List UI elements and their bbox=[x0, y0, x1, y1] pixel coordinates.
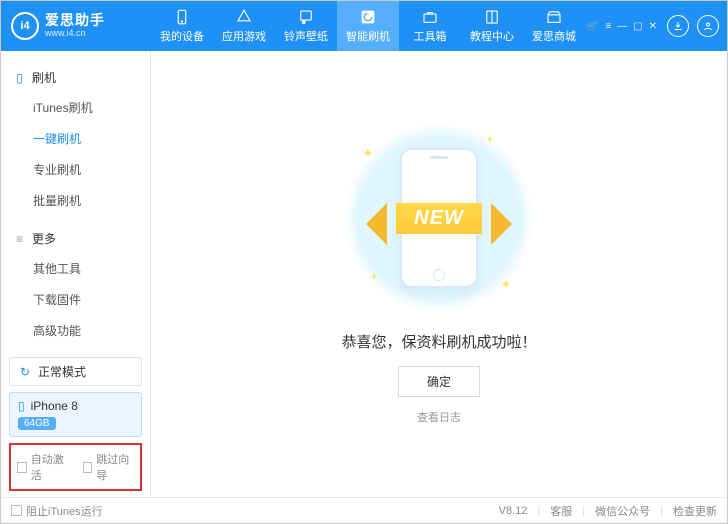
footer-link-wechat[interactable]: 微信公众号 bbox=[595, 503, 650, 519]
separator: | bbox=[537, 505, 540, 517]
logo-mark-icon: i4 bbox=[11, 12, 39, 40]
brand-text: 爱思助手 www.i4.cn bbox=[45, 13, 105, 38]
checkbox-skip-guide[interactable]: 跳过向导 bbox=[83, 451, 135, 483]
sidebar-section-flash: ▯ 刷机 iTunes刷机 一键刷机 专业刷机 批量刷机 bbox=[1, 59, 150, 220]
tab-smart-flash[interactable]: 智能刷机 bbox=[337, 1, 399, 51]
phone-icon bbox=[173, 8, 191, 26]
refresh-icon bbox=[359, 8, 377, 26]
minimize-button[interactable]: — bbox=[617, 21, 627, 32]
success-message: 恭喜您，保资料刷机成功啦！ bbox=[341, 331, 536, 352]
tab-store[interactable]: 爱思商城 bbox=[523, 1, 585, 51]
checkbox-box-icon bbox=[17, 462, 27, 473]
checkbox-box-icon bbox=[11, 505, 22, 516]
checkbox-label: 阻止iTunes运行 bbox=[26, 503, 103, 519]
main-tabs: 我的设备 应用游戏 铃声壁纸 智能刷机 工具箱 教程中心 bbox=[151, 1, 585, 51]
tab-my-device[interactable]: 我的设备 bbox=[151, 1, 213, 51]
separator: | bbox=[660, 505, 663, 517]
device-mode-label: 正常模式 bbox=[38, 363, 86, 380]
maximize-button[interactable]: ▢ bbox=[633, 21, 642, 32]
tab-label: 我的设备 bbox=[160, 28, 204, 44]
sidebar-heading: ▯ 刷机 bbox=[1, 63, 150, 92]
device-small-icon: ▯ bbox=[13, 71, 26, 85]
book-icon bbox=[483, 8, 501, 26]
apps-icon bbox=[235, 8, 253, 26]
separator: | bbox=[582, 505, 585, 517]
header-right: 🛒 ≡ — ▢ ✕ bbox=[587, 15, 727, 37]
checkbox-auto-activate[interactable]: 自动激活 bbox=[17, 451, 69, 483]
menu-icon[interactable]: ≡ bbox=[605, 21, 611, 32]
mode-icon: ↻ bbox=[18, 365, 32, 379]
tab-label: 应用游戏 bbox=[222, 28, 266, 44]
device-name: iPhone 8 bbox=[31, 399, 78, 413]
device-storage-badge: 64GB bbox=[18, 417, 56, 430]
tab-label: 工具箱 bbox=[414, 28, 447, 44]
brand-logo: i4 爱思助手 www.i4.cn bbox=[1, 12, 151, 40]
checkbox-label: 自动激活 bbox=[31, 451, 69, 483]
tab-apps-games[interactable]: 应用游戏 bbox=[213, 1, 275, 51]
brand-name: 爱思助手 bbox=[45, 13, 105, 28]
close-button[interactable]: ✕ bbox=[649, 21, 657, 32]
list-small-icon: ≡ bbox=[13, 232, 26, 246]
app-window: i4 爱思助手 www.i4.cn 我的设备 应用游戏 铃声壁纸 智能刷机 bbox=[0, 0, 728, 524]
tab-tutorials[interactable]: 教程中心 bbox=[461, 1, 523, 51]
status-bar-right: V8.12 | 客服 | 微信公众号 | 检查更新 bbox=[499, 503, 717, 519]
sidebar-heading: ≡ 更多 bbox=[1, 224, 150, 253]
footer-link-support[interactable]: 客服 bbox=[550, 503, 572, 519]
sparkle-icon: ✦ bbox=[500, 276, 512, 293]
sidebar-heading-label: 更多 bbox=[32, 230, 56, 247]
sidebar-item-other-tools[interactable]: 其他工具 bbox=[1, 253, 150, 284]
main-content: ✦ ✦ ✦ ✦ NEW 恭喜您，保资料刷机成功啦！ 确定 查看日志 bbox=[151, 51, 727, 497]
device-icon: ▯ bbox=[18, 399, 25, 413]
tab-ringtones-wallpapers[interactable]: 铃声壁纸 bbox=[275, 1, 337, 51]
sidebar-item-batch-flash[interactable]: 批量刷机 bbox=[1, 185, 150, 216]
tab-label: 爱思商城 bbox=[532, 28, 576, 44]
sparkle-icon: ✦ bbox=[486, 135, 494, 146]
device-mode-row[interactable]: ↻ 正常模式 bbox=[9, 357, 142, 386]
music-icon bbox=[297, 8, 315, 26]
sidebar: ▯ 刷机 iTunes刷机 一键刷机 专业刷机 批量刷机 ≡ 更多 其他工具 下… bbox=[1, 51, 151, 497]
sidebar-section-more: ≡ 更多 其他工具 下载固件 高级功能 bbox=[1, 220, 150, 350]
account-button[interactable] bbox=[697, 15, 719, 37]
status-bar: 阻止iTunes运行 V8.12 | 客服 | 微信公众号 | 检查更新 bbox=[1, 497, 727, 523]
tab-label: 铃声壁纸 bbox=[284, 28, 328, 44]
highlighted-options: 自动激活 跳过向导 bbox=[9, 443, 142, 491]
body: ▯ 刷机 iTunes刷机 一键刷机 专业刷机 批量刷机 ≡ 更多 其他工具 下… bbox=[1, 51, 727, 497]
title-bar: i4 爱思助手 www.i4.cn 我的设备 应用游戏 铃声壁纸 智能刷机 bbox=[1, 1, 727, 51]
sparkle-icon: ✦ bbox=[370, 272, 378, 283]
tab-label: 智能刷机 bbox=[346, 28, 390, 44]
brand-subtitle: www.i4.cn bbox=[45, 29, 105, 39]
tab-label: 教程中心 bbox=[470, 28, 514, 44]
checkbox-label: 跳过向导 bbox=[96, 451, 134, 483]
window-controls: 🛒 ≡ — ▢ ✕ bbox=[587, 21, 657, 32]
tab-toolbox[interactable]: 工具箱 bbox=[399, 1, 461, 51]
cart-icon[interactable]: 🛒 bbox=[587, 21, 599, 32]
checkbox-box-icon bbox=[83, 462, 93, 473]
ribbon-label: NEW bbox=[396, 203, 482, 234]
sidebar-item-advanced[interactable]: 高级功能 bbox=[1, 315, 150, 346]
checkbox-stop-itunes[interactable]: 阻止iTunes运行 bbox=[11, 503, 103, 519]
view-log-link[interactable]: 查看日志 bbox=[417, 409, 461, 425]
new-ribbon: NEW bbox=[306, 197, 572, 239]
ok-button[interactable]: 确定 bbox=[398, 366, 480, 397]
device-card[interactable]: ▯ iPhone 8 64GB bbox=[9, 392, 142, 437]
success-illustration: ✦ ✦ ✦ ✦ NEW bbox=[344, 123, 534, 313]
store-icon bbox=[545, 8, 563, 26]
sidebar-item-itunes-flash[interactable]: iTunes刷机 bbox=[1, 92, 150, 123]
version-label: V8.12 bbox=[499, 505, 528, 517]
sparkle-icon: ✦ bbox=[362, 145, 374, 162]
sidebar-bottom: ↻ 正常模式 ▯ iPhone 8 64GB 自动激活 bbox=[1, 351, 150, 497]
sidebar-heading-label: 刷机 bbox=[32, 69, 56, 86]
sidebar-item-download-firmware[interactable]: 下载固件 bbox=[1, 284, 150, 315]
toolbox-icon bbox=[421, 8, 439, 26]
download-button[interactable] bbox=[667, 15, 689, 37]
footer-link-update[interactable]: 检查更新 bbox=[673, 503, 717, 519]
sidebar-item-pro-flash[interactable]: 专业刷机 bbox=[1, 154, 150, 185]
sidebar-item-onekey-flash[interactable]: 一键刷机 bbox=[1, 123, 150, 154]
